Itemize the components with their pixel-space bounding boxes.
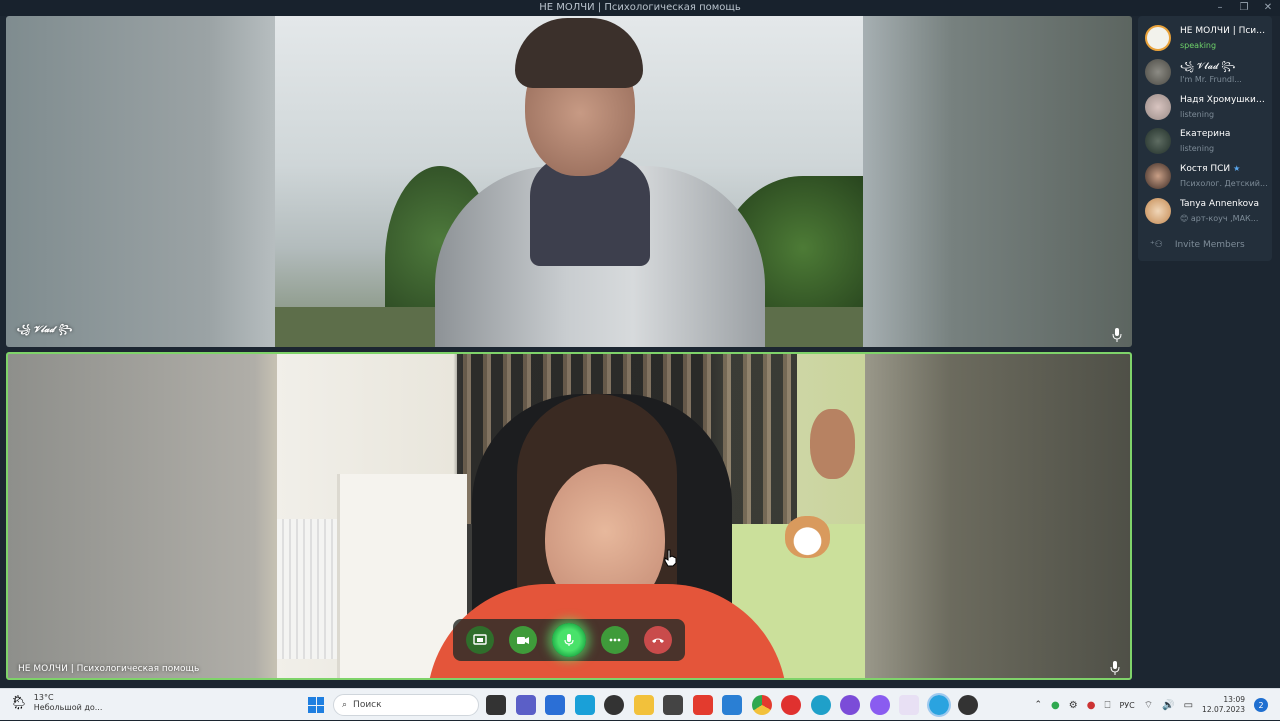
participant-name: Tanya Annenkova (1180, 199, 1259, 209)
more-options-button[interactable] (600, 626, 629, 654)
video-toggle-button[interactable] (509, 626, 538, 654)
call-controls (453, 619, 685, 661)
participant-item[interactable]: Екатерина listening (1138, 123, 1272, 157)
wifi-icon[interactable]: ⌔ (1144, 699, 1153, 712)
invite-members-label: Invite Members (1174, 240, 1245, 250)
tray-app-icon[interactable]: ● (1051, 700, 1060, 711)
participant-name: Екатерина (1180, 129, 1231, 139)
minimize-icon[interactable]: – (1214, 0, 1226, 16)
hang-up-icon (651, 638, 664, 643)
participant-status: 😊 арт-коуч ,МАК... (1180, 214, 1259, 223)
tray-app-icon[interactable]: ⎕ (1104, 700, 1110, 711)
participant-item[interactable]: Костя ПСИ ★ Психолог. Детский... (1138, 158, 1272, 192)
participant-status: Психолог. Детский... (1180, 179, 1268, 188)
add-user-icon: ⁺⚇ (1150, 240, 1163, 250)
window-title: НЕ МОЛЧИ | Психологическая помощь (539, 2, 741, 13)
taskbar-apps (486, 693, 978, 717)
microphone-icon (564, 634, 574, 646)
microphone-icon (1110, 661, 1120, 675)
clock[interactable]: 13:09 12.07.2023 (1202, 695, 1245, 715)
teams-icon[interactable] (515, 695, 536, 715)
restore-icon[interactable]: ❐ (1238, 0, 1250, 16)
app-purple-icon[interactable] (869, 695, 890, 715)
opera-icon[interactable] (781, 695, 801, 715)
start-button[interactable] (308, 697, 324, 713)
chevron-up-icon[interactable]: ⌃ (1034, 700, 1042, 710)
participant-item[interactable]: Tanya Annenkova 😊 арт-коуч ,МАК... (1138, 193, 1272, 227)
participant-name: НЕ МОЛЧИ | Психологическая помощь (1180, 26, 1270, 36)
participant-status: I'm Mr. Frundl... (1180, 75, 1242, 84)
weather-widget[interactable]: 🌦 13°C Небольшой до... (10, 693, 102, 713)
participant-name: Костя ПСИ ★ (1180, 164, 1241, 174)
tray-app-icon[interactable]: ● (1087, 700, 1096, 711)
taskbar: 🌦 13°C Небольшой до... ⌕ Поиск ⌃ ● ⚙ ● ⎕ (0, 688, 1280, 720)
participant-status: speaking (1180, 41, 1217, 50)
screen-share-button[interactable] (466, 626, 495, 654)
avatar (1145, 163, 1171, 189)
weather-desc: Небольшой до... (33, 703, 103, 712)
notification-badge[interactable]: 2 (1254, 698, 1268, 712)
task-view-icon[interactable] (486, 695, 506, 715)
star-icon: ★ (1233, 164, 1241, 173)
microphone-toggle-button[interactable] (551, 623, 586, 657)
search-box[interactable]: ⌕ Поиск (333, 694, 479, 716)
edge-icon[interactable] (810, 695, 831, 715)
search-icon: ⌕ (342, 700, 348, 710)
telegram-icon[interactable] (926, 693, 951, 717)
participants-panel: НЕ МОЛЧИ | Психологическая помощь speaki… (1138, 16, 1272, 261)
screen-share-icon (473, 634, 488, 645)
video-feed-vlad (275, 16, 863, 347)
close-icon[interactable]: ✕ (1262, 0, 1274, 16)
store-icon[interactable] (545, 695, 565, 715)
chrome-icon[interactable] (751, 695, 772, 715)
weather-temp: 13°C (33, 693, 54, 702)
tile-name-label: ꧁ 𝓥𝓵𝓪𝓭 ꧂ (16, 325, 72, 335)
avatar (1145, 128, 1171, 154)
app-circle-icon[interactable] (840, 695, 860, 715)
yandex-browser-icon[interactable] (899, 695, 919, 715)
hand-cursor-icon (664, 549, 677, 567)
folder-icon[interactable] (633, 695, 654, 715)
end-call-button[interactable] (643, 626, 672, 654)
app-l-icon[interactable] (574, 695, 595, 715)
participant-status: listening (1180, 144, 1215, 153)
system-tray: ⌃ ● ⚙ ● ⎕ РУС ⌔ 🔊 ▭ 13:09 12.07.2023 2 (1034, 689, 1280, 721)
clock-date: 12.07.2023 (1202, 705, 1245, 714)
tray-settings-icon[interactable]: ⚙ (1069, 700, 1078, 711)
mail-icon[interactable] (722, 695, 742, 715)
avatar (1145, 94, 1171, 120)
participant-name: Надя Хромушкина★ (1180, 95, 1268, 105)
weather-icon: 🌦 (10, 695, 28, 711)
participant-item[interactable]: Надя Хромушкина★ listening (1138, 89, 1272, 123)
app-red-icon[interactable] (958, 695, 978, 715)
video-camera-icon (517, 637, 530, 644)
volume-icon[interactable]: 🔊 (1162, 700, 1174, 711)
battery-icon[interactable]: ▭ (1184, 700, 1193, 711)
avatar (1145, 25, 1171, 51)
yandex-icon[interactable] (692, 695, 713, 715)
avatar (1145, 198, 1171, 224)
language-indicator[interactable]: РУС (1119, 701, 1134, 710)
more-icon (609, 638, 621, 642)
tile-name-label: НЕ МОЛЧИ | Психологическая помощь (18, 664, 200, 674)
microphone-icon (1112, 328, 1122, 342)
avatar (1145, 59, 1171, 85)
invite-members-button[interactable]: ⁺⚇ Invite Members (1150, 240, 1245, 250)
search-placeholder: Поиск (353, 700, 382, 710)
clock-time: 13:09 (1223, 695, 1245, 704)
game-icon[interactable] (663, 695, 683, 715)
title-bar: НЕ МОЛЧИ | Психологическая помощь – ❐ ✕ (0, 0, 1280, 16)
participant-status: listening (1180, 110, 1215, 119)
participant-item[interactable]: НЕ МОЛЧИ | Психологическая помощь speaki… (1138, 20, 1272, 54)
participant-item[interactable]: ꧁ 𝓥𝓵𝓪𝓭 ꧂ I'm Mr. Frundl... (1138, 54, 1272, 88)
shield-icon[interactable] (604, 695, 624, 715)
video-tile-vlad[interactable]: ꧁ 𝓥𝓵𝓪𝓭 ꧂ (6, 16, 1132, 347)
